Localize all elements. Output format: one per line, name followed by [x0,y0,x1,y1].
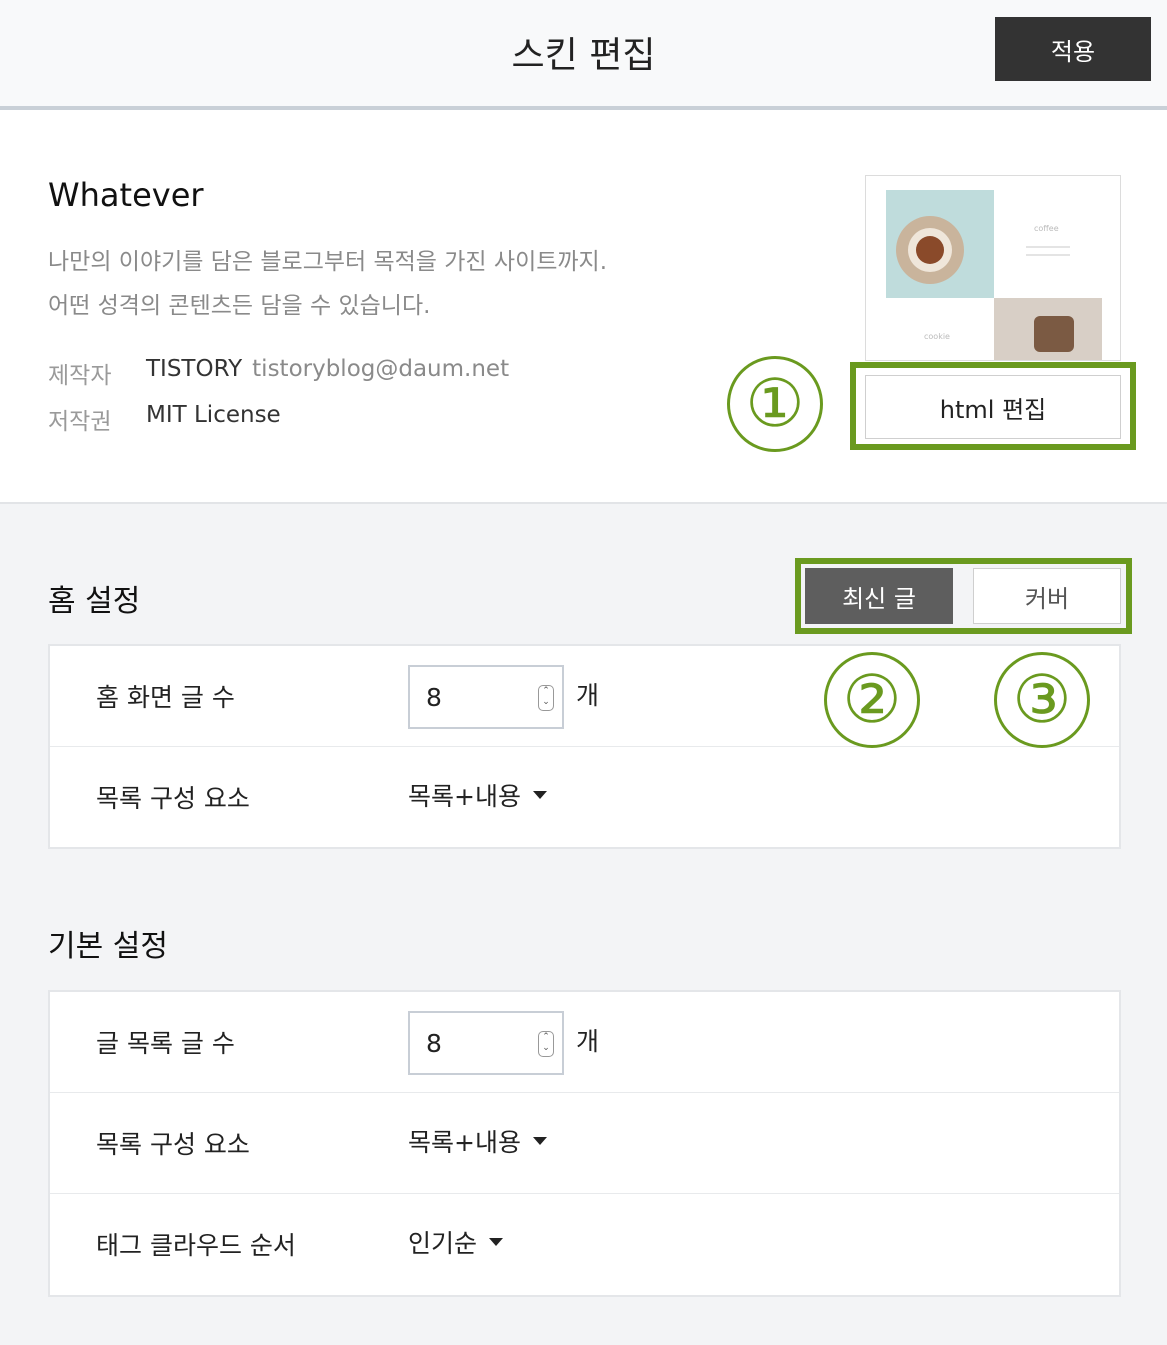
annotation-circle-1: ① [727,356,823,452]
unit-label: 개 [576,1027,600,1056]
home-settings-title: 홈 설정 [48,584,141,619]
apply-button[interactable]: 적용 [995,17,1151,81]
license-row: 저작권 MIT License [48,402,281,436]
stepper-value: 8 [426,682,442,712]
thumbnail-coffee-label: coffee [1034,224,1059,233]
license-label: 저작권 [48,409,112,435]
author-label: 제작자 [48,363,112,389]
basic-settings-panel: 글 목록 글 수 8 ⌃ ⌄ 개 목록 구성 요소 목록+내용 태그 클라우드 순… [48,990,1121,1297]
author-row: 제작자 TISTORY tistoryblog@daum.net [48,356,509,390]
author-name: TISTORY [146,356,243,382]
setting-row-tag-cloud-order: 태그 클라우드 순서 인기순 [50,1194,1119,1295]
home-list-components-select[interactable]: 목록+내용 [408,777,547,813]
skin-description: 나만의 이야기를 담은 블로그부터 목적을 가진 사이트까지. 어떤 성격의 콘… [48,240,607,328]
stepper-value: 8 [426,1028,442,1058]
skin-name: Whatever [48,176,204,214]
skin-thumbnail: coffee cookie [865,175,1121,361]
tab-latest-posts[interactable]: 최신 글 [805,568,953,624]
thumbnail-cookie-stack [1034,316,1074,352]
unit-label: 개 [576,681,600,710]
post-list-count-input[interactable]: 8 ⌃ ⌄ [408,1011,564,1075]
setting-row-list-components: 목록 구성 요소 목록+내용 [50,1093,1119,1194]
setting-row-post-list-count: 글 목록 글 수 8 ⌃ ⌄ 개 [50,992,1119,1093]
tab-cover[interactable]: 커버 [973,568,1121,624]
annotation-circle-2: ② [824,652,920,748]
caret-down-icon [532,1137,547,1145]
thumbnail-cup-coffee [916,236,944,264]
home-post-count-input[interactable]: 8 ⌃ ⌄ [408,665,564,729]
select-value: 목록+내용 [408,782,521,811]
setting-label: 태그 클라우드 순서 [96,1231,296,1260]
list-components-select[interactable]: 목록+내용 [408,1123,547,1159]
setting-label: 홈 화면 글 수 [96,683,235,712]
spin-arrows-icon[interactable]: ⌃ ⌄ [538,1031,554,1057]
setting-row-home-list-components: 목록 구성 요소 목록+내용 [50,747,1119,848]
basic-settings-title: 기본 설정 [48,929,168,964]
home-settings-panel: 홈 화면 글 수 8 ⌃ ⌄ 개 목록 구성 요소 목록+내용 [48,644,1121,849]
select-value: 인기순 [408,1229,478,1258]
skin-description-line-2: 어떤 성격의 콘텐츠든 담을 수 있습니다. [48,293,431,319]
annotation-circle-3: ③ [994,652,1090,748]
thumbnail-cookie-label: cookie [924,332,950,341]
thumbnail-text-line [1026,246,1070,248]
page-title: 스킨 편집 [511,35,656,76]
skin-description-line-1: 나만의 이야기를 담은 블로그부터 목적을 가진 사이트까지. [48,249,608,275]
top-bar: 스킨 편집 적용 [0,0,1167,110]
setting-label: 목록 구성 요소 [96,784,250,813]
tag-cloud-order-select[interactable]: 인기순 [408,1224,504,1260]
setting-label: 글 목록 글 수 [96,1029,235,1058]
select-value: 목록+내용 [408,1128,521,1157]
thumbnail-text-line [1026,254,1070,256]
author-email: tistoryblog@daum.net [252,356,510,382]
caret-down-icon [532,791,547,799]
setting-row-home-post-count: 홈 화면 글 수 8 ⌃ ⌄ 개 [50,646,1119,747]
caret-down-icon [489,1238,504,1246]
license-value: MIT License [146,402,281,428]
html-edit-button[interactable]: html 편집 [865,375,1121,439]
spin-arrows-icon[interactable]: ⌃ ⌄ [538,685,554,711]
setting-label: 목록 구성 요소 [96,1130,250,1159]
